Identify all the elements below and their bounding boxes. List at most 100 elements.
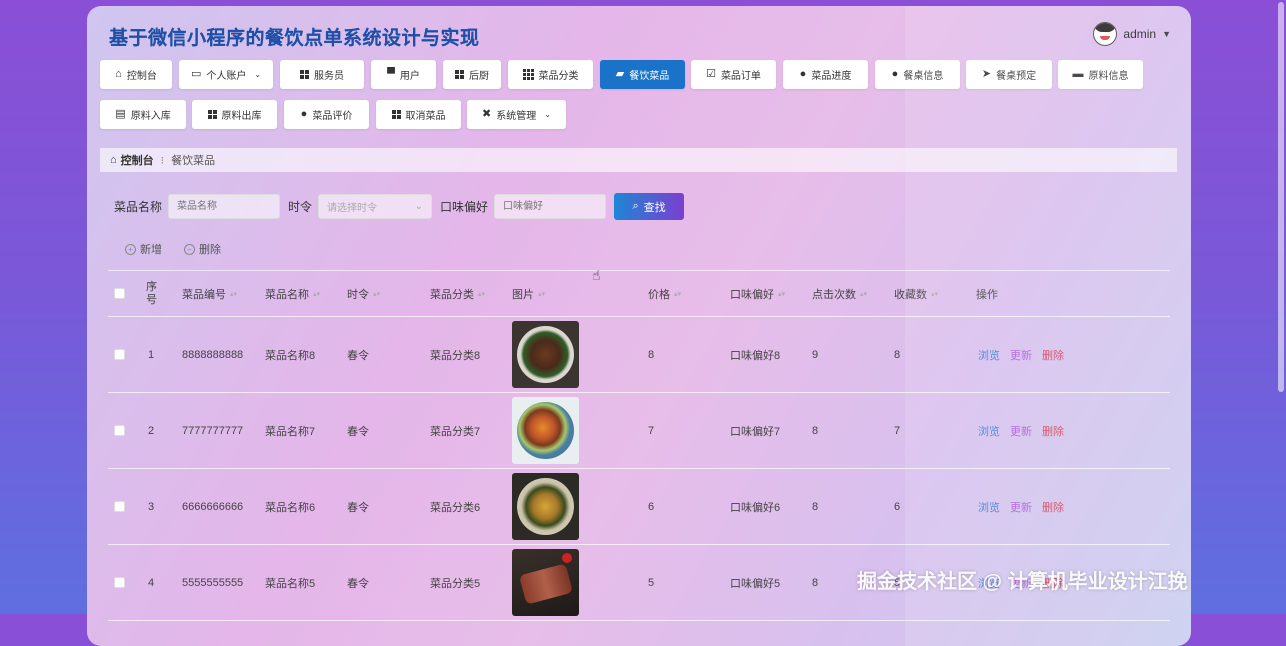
row-checkbox[interactable]	[114, 469, 125, 544]
th-name[interactable]: 菜品名称 ▴▾	[265, 271, 320, 316]
edit-link[interactable]: 更新	[1010, 499, 1032, 515]
th-favorites[interactable]: 收藏数 ▴▾	[894, 271, 938, 316]
th-image[interactable]: 图片 ▴▾	[512, 271, 545, 316]
nav-dishes[interactable]: ▰ 餐饮菜品	[600, 60, 685, 89]
view-link[interactable]: 浏览	[978, 347, 1000, 363]
edit-link[interactable]: 更新	[1010, 347, 1032, 363]
view-link[interactable]: 浏览	[978, 499, 1000, 515]
grid-icon	[391, 110, 401, 119]
cell-clicks: 8	[812, 424, 819, 437]
cell-index: 4	[148, 576, 155, 589]
user-name[interactable]: admin	[1123, 27, 1156, 41]
th-category[interactable]: 菜品分类 ▴▾	[430, 271, 485, 316]
view-link[interactable]: 浏览	[978, 423, 1000, 439]
edit-link[interactable]: 更新	[1010, 423, 1032, 439]
watermark: 掘金技术社区 @ 计算机毕业设计江挽	[857, 571, 1188, 593]
dish-icon: ▰	[615, 68, 625, 80]
home-icon: ⌂	[110, 154, 117, 166]
nav-account[interactable]: ▭ 个人账户 ⌄	[179, 60, 273, 89]
sort-icon: ▴▾	[674, 290, 682, 298]
delete-link[interactable]: 删除	[1042, 423, 1064, 439]
row-checkbox[interactable]	[114, 317, 125, 392]
cell-price: 7	[648, 424, 655, 437]
nav-label: 餐饮菜品	[629, 71, 670, 82]
add-button[interactable]: + 新增	[125, 241, 162, 257]
th-code[interactable]: 菜品编号 ▴▾	[182, 271, 237, 316]
dish-image[interactable]	[512, 549, 579, 616]
nav-materials[interactable]: ▬ 原料信息	[1058, 60, 1143, 89]
search-button[interactable]: ⌕ 查找	[614, 193, 685, 220]
nav-cancel[interactable]: 取消菜品	[376, 100, 461, 129]
nav-stock-in[interactable]: ▤ 原料入库	[100, 100, 186, 129]
send-icon: ➤	[981, 68, 992, 80]
row-checkbox[interactable]	[114, 393, 125, 468]
cell-name: 菜品名称5	[265, 577, 316, 590]
nav-stock-out[interactable]: 原料出库	[192, 100, 277, 129]
row-checkbox[interactable]	[114, 545, 125, 620]
cell-index: 3	[148, 500, 155, 513]
breadcrumb-current: 餐饮菜品	[171, 155, 216, 167]
cell-taste: 口味偏好8	[730, 349, 781, 362]
name-search-input[interactable]	[168, 194, 281, 219]
nav-orders[interactable]: ☑ 菜品订单	[691, 60, 776, 89]
th-taste[interactable]: 口味偏好 ▴▾	[730, 271, 785, 316]
cell-code: 7777777777	[182, 424, 244, 437]
nav-label: 控制台	[126, 71, 157, 82]
th-clicks[interactable]: 点击次数 ▴▾	[812, 271, 867, 316]
sort-icon: ▴▾	[373, 290, 381, 298]
nav-tables[interactable]: ● 餐桌信息	[875, 60, 960, 89]
th-price[interactable]: 价格 ▴▾	[648, 271, 681, 316]
th-season-label: 时令	[347, 288, 369, 301]
cell-category: 菜品分类5	[430, 577, 481, 590]
nav-label: 菜品分类	[538, 71, 579, 82]
season-select[interactable]: 请选择时令 ⌄	[318, 194, 433, 219]
cell-category: 菜品分类7	[430, 425, 481, 438]
select-all-checkbox[interactable]	[114, 271, 125, 316]
nav-reviews[interactable]: ● 菜品评价	[284, 100, 369, 129]
cell-code: 6666666666	[182, 500, 244, 513]
dish-image[interactable]	[512, 473, 579, 540]
cell-image	[512, 317, 579, 392]
breadcrumb-home[interactable]: ⌂ 控制台	[110, 152, 154, 168]
nav-category[interactable]: 菜品分类	[508, 60, 593, 89]
taste-search-input[interactable]	[494, 194, 607, 219]
nav-waiter[interactable]: 服务员	[280, 60, 364, 89]
nav-label: 原料入库	[130, 111, 171, 122]
nav-user[interactable]: ▀ 用户	[371, 60, 436, 89]
sort-icon: ▴▾	[313, 290, 321, 298]
dish-image[interactable]	[512, 397, 579, 464]
grid-icon	[522, 69, 534, 80]
page-scrollbar[interactable]	[1278, 2, 1284, 392]
cell-clicks: 8	[812, 500, 819, 513]
th-price-label: 价格	[648, 288, 670, 301]
cell-ops: 浏览 更新 删除	[978, 393, 1074, 468]
cell-code: 5555555555	[182, 576, 244, 589]
cell-season: 春令	[347, 349, 369, 362]
nav-reservation[interactable]: ➤ 餐桌预定	[966, 60, 1052, 89]
avatar[interactable]	[1093, 22, 1118, 46]
th-season[interactable]: 时令 ▴▾	[347, 271, 380, 316]
cell-price: 8	[648, 348, 655, 361]
nav-system[interactable]: ✖ 系统管理 ⌄	[467, 100, 566, 129]
plus-circle-icon: +	[125, 243, 136, 255]
nav-dashboard[interactable]: ⌂ 控制台	[100, 60, 172, 89]
cell-index: 1	[148, 348, 155, 361]
cell-season: 春令	[347, 425, 369, 438]
nav-kitchen[interactable]: 后厨	[443, 60, 501, 89]
nav-label: 菜品订单	[720, 71, 761, 82]
delete-link[interactable]: 删除	[1042, 347, 1064, 363]
cell-ops: 浏览 更新 删除	[978, 317, 1074, 392]
sort-icon: ▴▾	[931, 290, 939, 298]
grid-icon	[207, 110, 217, 119]
user-menu[interactable]: admin ▼	[1093, 22, 1171, 46]
delete-link[interactable]: 删除	[1042, 499, 1064, 515]
user-icon: ●	[300, 108, 308, 120]
th-favorites-label: 收藏数	[894, 288, 927, 301]
delete-button[interactable]: − 删除	[184, 241, 221, 257]
pin-icon: ●	[799, 68, 807, 80]
caret-down-icon[interactable]: ▼	[1162, 29, 1171, 39]
dish-image[interactable]	[512, 321, 579, 388]
nav-progress[interactable]: ● 菜品进度	[783, 60, 868, 89]
cell-name: 菜品名称6	[265, 501, 316, 514]
cell-favorites: 8	[894, 348, 901, 361]
